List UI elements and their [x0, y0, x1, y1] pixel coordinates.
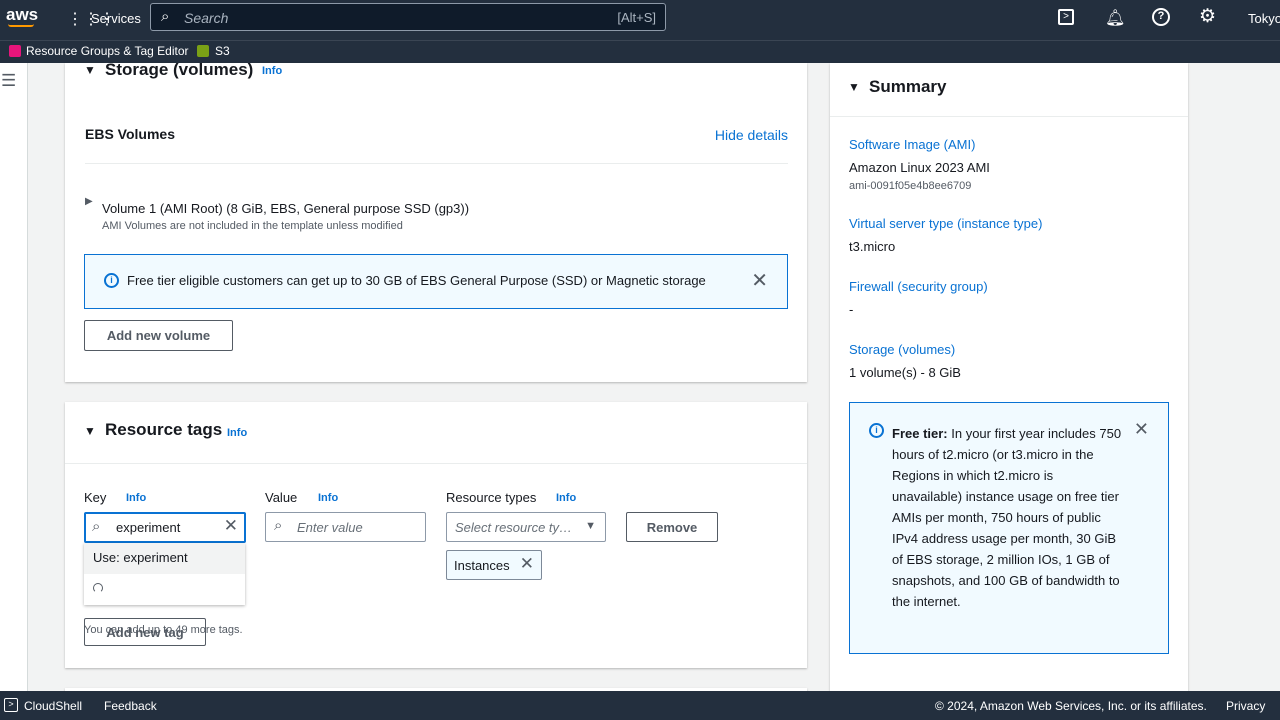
footer: > CloudShell Feedback © 2024, Amazon Web… — [0, 691, 1280, 720]
token-label: Instances — [454, 558, 510, 573]
services-button[interactable]: Services — [91, 11, 141, 26]
dismiss-token-icon[interactable]: ✕ — [520, 554, 534, 574]
close-icon[interactable]: ✕ — [751, 268, 768, 293]
resource-groups-icon — [9, 45, 21, 57]
resource-tags-panel: ▼ Resource tags Info Key Info Value Info… — [65, 402, 807, 668]
value-placeholder: Enter value — [297, 520, 363, 535]
summary-header: ▼ Summary — [830, 63, 1188, 117]
help-icon[interactable]: ? — [1152, 8, 1170, 26]
key-suggestions-dropdown: Use: experiment — [84, 543, 245, 605]
cloudshell-link[interactable]: CloudShell — [24, 699, 82, 713]
tags-info-link[interactable]: Info — [227, 427, 247, 439]
add-new-volume-button[interactable]: Add new volume — [84, 320, 233, 351]
divider — [65, 463, 807, 464]
free-tier-alert: i Free tier eligible customers can get u… — [84, 254, 788, 309]
ebs-volumes-heading: EBS Volumes — [85, 126, 175, 142]
key-info-link[interactable]: Info — [126, 492, 146, 504]
instances-token: Instances ✕ — [446, 550, 542, 580]
ami-value: Amazon Linux 2023 AMI — [849, 160, 990, 175]
free-tier-info-box: i Free tier: In your first year includes… — [849, 402, 1169, 654]
divider — [85, 163, 788, 164]
collapse-caret-icon[interactable]: ▼ — [848, 80, 860, 94]
collapse-caret-icon[interactable]: ▼ — [84, 424, 96, 438]
aws-logo[interactable]: aws — [6, 5, 38, 25]
side-nav-rail: ☰ — [0, 63, 28, 691]
collapse-caret-icon[interactable]: ▼ — [84, 63, 96, 77]
free-tier-text: Free tier: In your first year includes 7… — [892, 423, 1122, 612]
storage-panel: ▼ Storage (volumes) Info EBS Volumes Hid… — [65, 60, 807, 382]
search-icon: ⌕ — [274, 517, 283, 534]
search-icon: ⌕ — [92, 518, 101, 535]
suggestion-text: Use: experiment — [93, 550, 188, 565]
menu-icon[interactable]: ☰ — [1, 71, 16, 91]
ami-id: ami-0091f05e4b8ee6709 — [849, 180, 972, 192]
s3-icon — [197, 45, 209, 57]
cloudshell-icon[interactable]: > — [1058, 9, 1074, 25]
key-input[interactable]: ⌕ experiment ✕ — [84, 512, 246, 543]
favorite-resource-groups[interactable]: Resource Groups & Tag Editor — [26, 44, 189, 58]
gear-icon[interactable]: ⚙ — [1199, 5, 1216, 28]
feedback-link[interactable]: Feedback — [104, 699, 157, 713]
resource-tags-title: Resource tags — [105, 420, 223, 439]
search-placeholder: Search — [184, 10, 229, 26]
instance-type-link[interactable]: Virtual server type (instance type) — [849, 216, 1042, 231]
firewall-link[interactable]: Firewall (security group) — [849, 279, 988, 294]
search-shortcut: [Alt+S] — [617, 10, 656, 25]
storage-link[interactable]: Storage (volumes) — [849, 342, 955, 357]
instance-type-value: t3.micro — [849, 239, 896, 254]
hide-details-link[interactable]: Hide details — [715, 127, 788, 143]
value-label: Value — [265, 490, 298, 505]
close-icon[interactable]: ✕ — [1134, 419, 1149, 440]
types-placeholder: Select resource ty… — [455, 520, 573, 535]
privacy-link[interactable]: Privacy — [1226, 699, 1265, 713]
copyright: © 2024, Amazon Web Services, Inc. or its… — [935, 699, 1207, 713]
search-icon: ⌕ — [161, 8, 170, 25]
types-info-link[interactable]: Info — [556, 492, 576, 504]
loading-spinner-icon — [93, 583, 103, 593]
bell-icon[interactable]: 🔔︎ — [1105, 8, 1125, 28]
favorite-s3[interactable]: S3 — [215, 44, 230, 58]
info-icon: i — [869, 423, 884, 438]
summary-title: Summary — [869, 77, 947, 96]
ami-link[interactable]: Software Image (AMI) — [849, 137, 975, 152]
volume-1-toggle[interactable]: Volume 1 (AMI Root) (8 GiB, EBS, General… — [102, 201, 469, 216]
aws-smile-icon — [8, 24, 34, 27]
volume-note: AMI Volumes are not included in the temp… — [102, 220, 403, 232]
caret-down-icon: ▼ — [585, 520, 596, 532]
free-tier-bold: Free tier: — [892, 426, 948, 441]
value-info-link[interactable]: Info — [318, 492, 338, 504]
remove-tag-button[interactable]: Remove — [626, 512, 718, 542]
resource-types-label: Resource types — [446, 490, 537, 505]
key-label: Key — [84, 490, 107, 505]
free-tier-body: In your first year includes 750 hours of… — [892, 426, 1122, 609]
suggestion-option[interactable]: Use: experiment — [84, 543, 245, 574]
storage-info-link[interactable]: Info — [262, 65, 282, 77]
cloudshell-icon: > — [4, 698, 18, 712]
alert-text: Free tier eligible customers can get up … — [127, 273, 706, 288]
info-icon: i — [104, 273, 119, 288]
expand-caret-icon[interactable]: ▶ — [85, 196, 93, 207]
summary-panel: ▼ Summary Software Image (AMI) Amazon Li… — [830, 63, 1188, 691]
storage-title: Storage (volumes) — [105, 60, 254, 79]
clear-icon[interactable]: ✕ — [224, 516, 238, 536]
storage-value: 1 volume(s) - 8 GiB — [849, 365, 961, 380]
key-input-value: experiment — [116, 520, 181, 535]
search-input[interactable]: ⌕ Search [Alt+S] — [150, 3, 666, 31]
value-input[interactable]: ⌕ Enter value — [265, 512, 426, 542]
tags-hint: You can add up to 49 more tags. — [84, 624, 243, 636]
top-nav: aws ⋮⋮⋮ Services ⌕ Search [Alt+S] > 🔔︎ ?… — [0, 0, 1280, 40]
resource-types-select[interactable]: Select resource ty… ▼ — [446, 512, 606, 542]
firewall-value: - — [849, 302, 854, 317]
region-selector[interactable]: Tokyo — [1248, 11, 1280, 26]
